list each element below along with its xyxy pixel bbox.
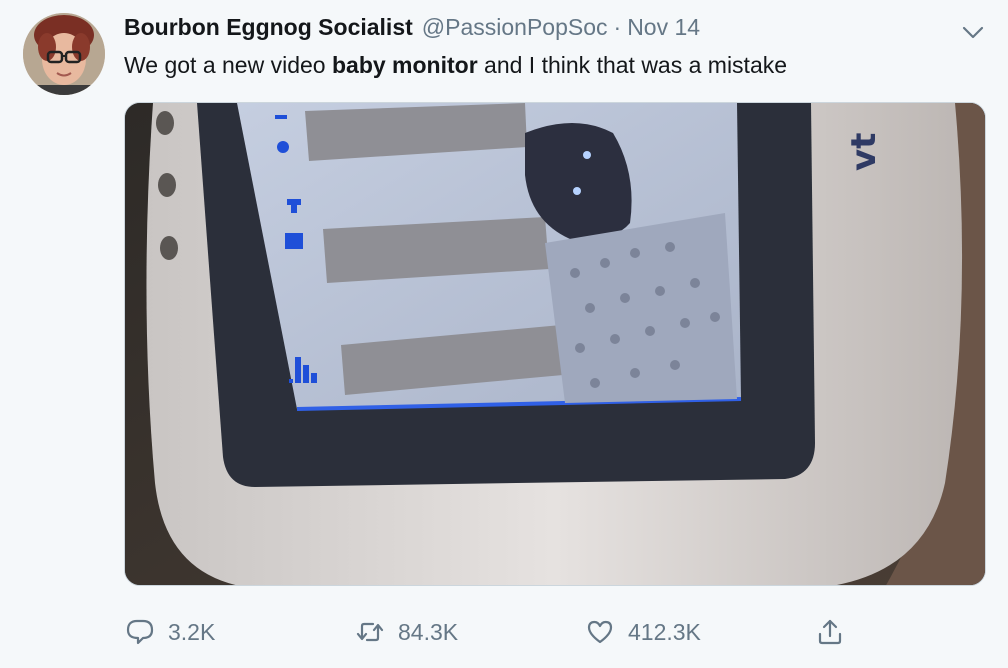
more-options-button[interactable]: [960, 20, 986, 46]
tweet-text-before: We got a new video: [124, 52, 332, 78]
retweet-count: 84.3K: [398, 618, 459, 645]
tweet-photo[interactable]: vt: [124, 102, 986, 586]
author-avatar[interactable]: [23, 13, 105, 95]
like-count: 412.3K: [628, 618, 701, 645]
tweet-actions: 3.2K 84.3K 412.3K: [124, 612, 884, 652]
tweet-date[interactable]: Nov 14: [627, 14, 700, 41]
reply-button[interactable]: 3.2K: [126, 612, 215, 652]
chevron-down-icon: [962, 26, 984, 39]
heart-icon: [586, 618, 614, 646]
reply-count: 3.2K: [168, 618, 216, 645]
author-handle[interactable]: @PassionPopSoc: [422, 14, 608, 41]
avatar-image: [23, 13, 105, 95]
share-upload-icon: [816, 618, 844, 646]
retweet-button[interactable]: 84.3K: [356, 612, 458, 652]
share-button[interactable]: [816, 612, 858, 652]
separator-dot: ·: [613, 14, 622, 40]
tweet-header: Bourbon Eggnog Socialist @PassionPopSoc …: [124, 14, 700, 46]
author-name[interactable]: Bourbon Eggnog Socialist: [124, 14, 413, 41]
tweet-text-bold: baby monitor: [331, 52, 478, 78]
retweet-arrows-icon: [356, 618, 384, 646]
tweet-text: We got a new video baby monitor and I th…: [124, 52, 787, 79]
svg-text:vt: vt: [844, 133, 884, 171]
comment-bubble-icon: [126, 618, 154, 646]
like-button[interactable]: 412.3K: [586, 612, 701, 652]
tweet-text-after: and I think that was a mistake: [477, 52, 788, 78]
baby-monitor-photo: vt: [125, 103, 985, 585]
